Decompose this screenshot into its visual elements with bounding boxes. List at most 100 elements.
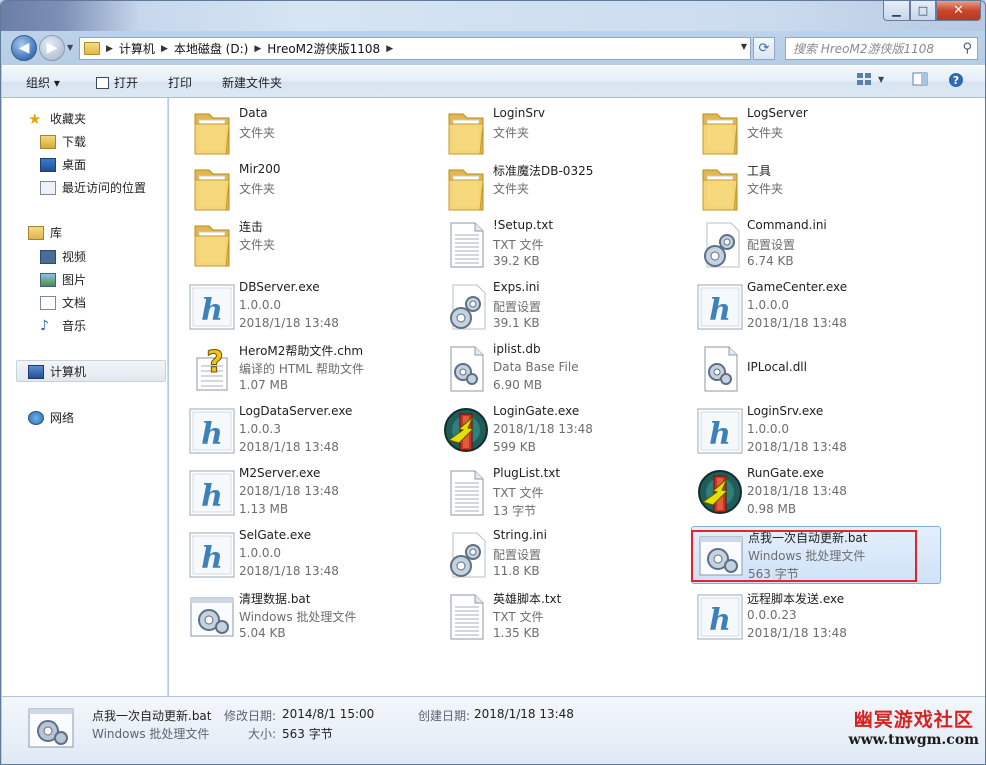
help-button[interactable]: ? — [948, 72, 964, 88]
file-item[interactable]: IPLocal.dll — [691, 340, 941, 398]
created-label: 创建日期: — [418, 709, 471, 723]
refresh-button[interactable]: ⟳ — [753, 37, 775, 60]
file-item[interactable]: h LogDataServer.exe 1.0.0.3 2018/1/18 13:48 — [183, 402, 433, 460]
file-item[interactable]: h SelGate.exe 1.0.0.0 2018/1/18 13:48 — [183, 526, 433, 584]
file-item[interactable]: LoginGate.exe 2018/1/18 13:48 599 KB — [437, 402, 687, 460]
nav-downloads[interactable]: 下载 — [40, 133, 86, 150]
new-folder-button[interactable]: 新建文件夹 — [222, 74, 282, 91]
nav-recent-label: 最近访问的位置 — [62, 181, 147, 195]
file-item[interactable]: iplist.db Data Base File 6.90 MB — [437, 340, 687, 398]
file-meta-line2: 2018/1/18 13:48 — [239, 316, 339, 330]
file-item[interactable]: Mir200 文件夹 — [183, 160, 433, 218]
file-item[interactable]: h LoginSrv.exe 1.0.0.0 2018/1/18 13:48 — [691, 402, 941, 460]
file-item[interactable]: LogServer 文件夹 — [691, 104, 941, 162]
file-item[interactable]: h GameCenter.exe 1.0.0.0 2018/1/18 13:48 — [691, 278, 941, 336]
breadcrumb-folder[interactable]: HreoM2游侠版1108 — [267, 40, 380, 57]
open-button[interactable]: 打开 — [96, 74, 138, 91]
file-item[interactable]: PlugList.txt TXT 文件 13 字节 — [437, 464, 687, 522]
nav-documents-label: 文档 — [62, 296, 87, 310]
file-name: String.ini — [493, 528, 547, 542]
nav-desktop[interactable]: 桌面 — [40, 156, 86, 173]
file-item[interactable]: Exps.ini 配置设置 39.1 KB — [437, 278, 687, 336]
address-dropdown-icon[interactable]: ▼ — [741, 42, 747, 51]
nav-computer[interactable]: 计算机 — [28, 363, 86, 380]
recent-pages-dropdown[interactable]: ▼ — [67, 43, 73, 52]
print-button[interactable]: 打印 — [168, 74, 192, 91]
file-name: IPLocal.dll — [747, 360, 807, 374]
file-item[interactable]: LoginSrv 文件夹 — [437, 104, 687, 162]
file-meta-line1: Data Base File — [493, 360, 579, 374]
open-icon — [96, 76, 109, 89]
file-name: 工具 — [747, 164, 772, 178]
address-bar[interactable]: ▶ 计算机 ▶ 本地磁盘 (D:) ▶ HreoM2游侠版1108 ▶ ▼ — [79, 37, 751, 60]
file-name: LoginSrv.exe — [747, 404, 824, 418]
file-item[interactable]: Command.ini 配置设置 6.74 KB — [691, 216, 941, 274]
help-file-icon: ? — [189, 344, 235, 394]
file-name: PlugList.txt — [493, 466, 561, 480]
music-icon: ♪ — [40, 317, 49, 334]
size-label: 大小: — [248, 727, 277, 741]
nav-music-label: 音乐 — [62, 319, 87, 333]
organize-button[interactable]: 组织 ▾ — [26, 74, 60, 91]
file-meta-line1: TXT 文件 — [493, 610, 544, 624]
back-button[interactable]: ◀ — [11, 35, 37, 61]
file-item[interactable]: h 远程脚本发送.exe 0.0.0.23 2018/1/18 13:48 — [691, 588, 941, 646]
file-meta-line1: 2018/1/18 13:48 — [239, 484, 339, 498]
breadcrumb-computer[interactable]: 计算机 — [119, 40, 155, 57]
file-meta-line1: 0.0.0.23 — [747, 608, 797, 622]
nav-favorites[interactable]: ★ 收藏夹 — [28, 110, 86, 127]
file-meta-line2: 39.2 KB — [493, 254, 540, 268]
file-item[interactable]: !Setup.txt TXT 文件 39.2 KB — [437, 216, 687, 274]
file-item[interactable]: RunGate.exe 2018/1/18 13:48 0.98 MB — [691, 464, 941, 522]
app-h-icon: h — [697, 406, 743, 456]
svg-text:h: h — [201, 479, 223, 514]
file-meta-line2: 2018/1/18 13:48 — [239, 440, 339, 454]
maximize-button[interactable]: □ — [910, 1, 936, 21]
search-icon[interactable]: ⚲ — [962, 41, 972, 56]
nav-videos[interactable]: 视频 — [40, 248, 86, 265]
config-gear-icon — [697, 220, 743, 270]
nav-pictures[interactable]: 图片 — [40, 271, 86, 288]
search-input[interactable]: 搜索 HreoM2游侠版1108 ⚲ — [785, 37, 978, 60]
nav-documents[interactable]: 文档 — [40, 294, 86, 311]
file-item[interactable]: ? HeroM2帮助文件.chm 编译的 HTML 帮助文件 1.07 MB — [183, 340, 433, 398]
file-item[interactable]: 连击 文件夹 — [183, 216, 433, 274]
nav-desktop-label: 桌面 — [62, 158, 87, 172]
minimize-button[interactable]: ▁ — [883, 1, 910, 21]
file-item[interactable]: 英雄脚本.txt TXT 文件 1.35 KB — [437, 588, 687, 646]
file-item[interactable]: String.ini 配置设置 11.8 KB — [437, 526, 687, 584]
file-name: RunGate.exe — [747, 466, 824, 480]
file-name: Command.ini — [747, 218, 827, 232]
file-meta-line1: 文件夹 — [239, 182, 276, 196]
file-item[interactable]: 工具 文件夹 — [691, 160, 941, 218]
network-icon — [28, 410, 44, 425]
file-item[interactable]: h M2Server.exe 2018/1/18 13:48 1.13 MB — [183, 464, 433, 522]
file-item[interactable]: 清理数据.bat Windows 批处理文件 5.04 KB — [183, 588, 433, 646]
breadcrumb-drive[interactable]: 本地磁盘 (D:) — [174, 40, 248, 57]
search-placeholder: 搜索 HreoM2游侠版1108 — [793, 42, 935, 56]
preview-pane-icon — [912, 72, 928, 86]
file-item[interactable]: h DBServer.exe 1.0.0.0 2018/1/18 13:48 — [183, 278, 433, 336]
size-value: 563 字节 — [282, 727, 333, 741]
nav-network[interactable]: 网络 — [28, 409, 74, 426]
file-meta-line1: 文件夹 — [239, 238, 276, 252]
file-meta-line2: 2018/1/18 13:48 — [747, 440, 847, 454]
file-meta-line1: 2018/1/18 13:48 — [493, 422, 593, 436]
file-meta-line1: 1.0.0.3 — [239, 422, 281, 436]
file-item[interactable]: 标准魔法DB-0325 文件夹 — [437, 160, 687, 218]
preview-pane-button[interactable] — [912, 72, 928, 86]
app-h-icon: h — [189, 406, 235, 456]
nav-libraries[interactable]: 库 — [28, 224, 62, 241]
view-options-button[interactable]: ▼ — [856, 72, 884, 86]
folder-icon — [443, 108, 489, 158]
close-button[interactable]: ✕ — [936, 1, 981, 21]
title-bar: ▁ □ ✕ — [1, 1, 985, 31]
nav-recent-places[interactable]: 最近访问的位置 — [40, 179, 146, 196]
file-item[interactable]: Data 文件夹 — [183, 104, 433, 162]
nav-music[interactable]: ♪ 音乐 — [40, 317, 86, 334]
file-meta-line1: TXT 文件 — [493, 486, 544, 500]
file-meta-line2: 0.98 MB — [747, 502, 797, 516]
file-meta-line1: TXT 文件 — [493, 238, 544, 252]
forward-button[interactable]: ▶ — [39, 35, 65, 61]
file-meta-line2: 39.1 KB — [493, 316, 540, 330]
